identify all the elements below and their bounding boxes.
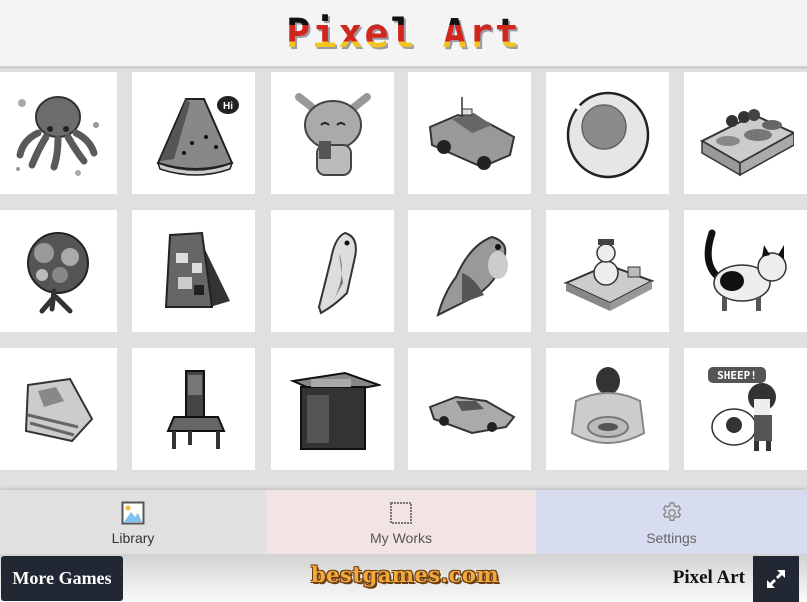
taxi-image — [428, 97, 515, 170]
artwork-tile-cat[interactable] — [684, 210, 807, 332]
footer-game-title: Pixel Art — [672, 567, 745, 588]
sparrow-image — [435, 235, 508, 317]
tab-my-works[interactable]: My Works — [266, 490, 536, 554]
artwork-gallery[interactable]: Hi SHEEP! — [0, 69, 807, 489]
fullscreen-button[interactable] — [753, 556, 799, 602]
roll-cake-image — [570, 367, 645, 444]
sports-car-image — [428, 395, 516, 435]
artwork-tile-sports-car[interactable] — [408, 348, 531, 470]
sheep-bubble-text: SHEEP! — [717, 369, 757, 382]
bottom-navigation: Library My Works Settings — [0, 490, 807, 554]
octopus-image — [15, 96, 99, 176]
sign-board-image — [164, 231, 230, 308]
tab-settings-label: Settings — [646, 530, 697, 546]
header: Pixel Art — [0, 0, 807, 69]
artwork-tile-roll-cake[interactable] — [546, 348, 669, 470]
artwork-tile-girl-sheep[interactable]: SHEEP! — [684, 348, 807, 470]
artwork-tile-sign-board[interactable] — [132, 210, 255, 332]
tree-image — [26, 232, 89, 314]
artwork-tile-bunny[interactable] — [271, 72, 394, 194]
square-icon — [388, 500, 414, 526]
tab-settings[interactable]: Settings — [536, 490, 807, 554]
watermelon-image: Hi — [156, 96, 239, 176]
site-footer-bar: More Games bestgames.com Pixel Art — [0, 554, 807, 602]
artwork-tile-octopus[interactable] — [0, 72, 117, 194]
artwork-tile-crate[interactable] — [271, 348, 394, 470]
tab-library-label: Library — [111, 530, 155, 546]
bestgames-logo[interactable]: bestgames.com — [300, 562, 510, 587]
crate-image — [288, 371, 381, 450]
more-games-button[interactable]: More Games — [1, 556, 123, 601]
snowman-image — [563, 239, 654, 311]
sushi-image — [699, 109, 794, 177]
artwork-tile-taxi[interactable] — [408, 72, 531, 194]
artwork-tile-sushi[interactable] — [684, 72, 807, 194]
cake-slice-image — [24, 377, 93, 443]
artwork-tile-bird-small[interactable] — [271, 210, 394, 332]
image-icon — [120, 500, 146, 526]
hi-bubble-text: Hi — [223, 101, 233, 112]
bunny-image — [294, 93, 371, 176]
artwork-tile-throne[interactable] — [132, 348, 255, 470]
artwork-tile-snowman[interactable] — [546, 210, 669, 332]
artwork-tile-cake-slice[interactable] — [0, 348, 117, 470]
bird-small-image — [317, 231, 357, 315]
tab-library[interactable]: Library — [0, 490, 266, 554]
artwork-tile-fried-egg[interactable] — [546, 72, 669, 194]
cat-image — [704, 229, 787, 311]
artwork-tile-tree[interactable] — [0, 210, 117, 332]
tab-my-works-label: My Works — [370, 530, 432, 546]
app-title: Pixel Art — [286, 11, 521, 57]
artwork-tile-sparrow[interactable] — [408, 210, 531, 332]
girl-sheep-image: SHEEP! — [707, 367, 776, 451]
throne-image — [165, 370, 226, 449]
gear-icon — [659, 500, 685, 526]
expand-icon — [767, 570, 785, 588]
fried-egg-image — [566, 91, 649, 179]
artwork-tile-watermelon[interactable]: Hi — [132, 72, 255, 194]
